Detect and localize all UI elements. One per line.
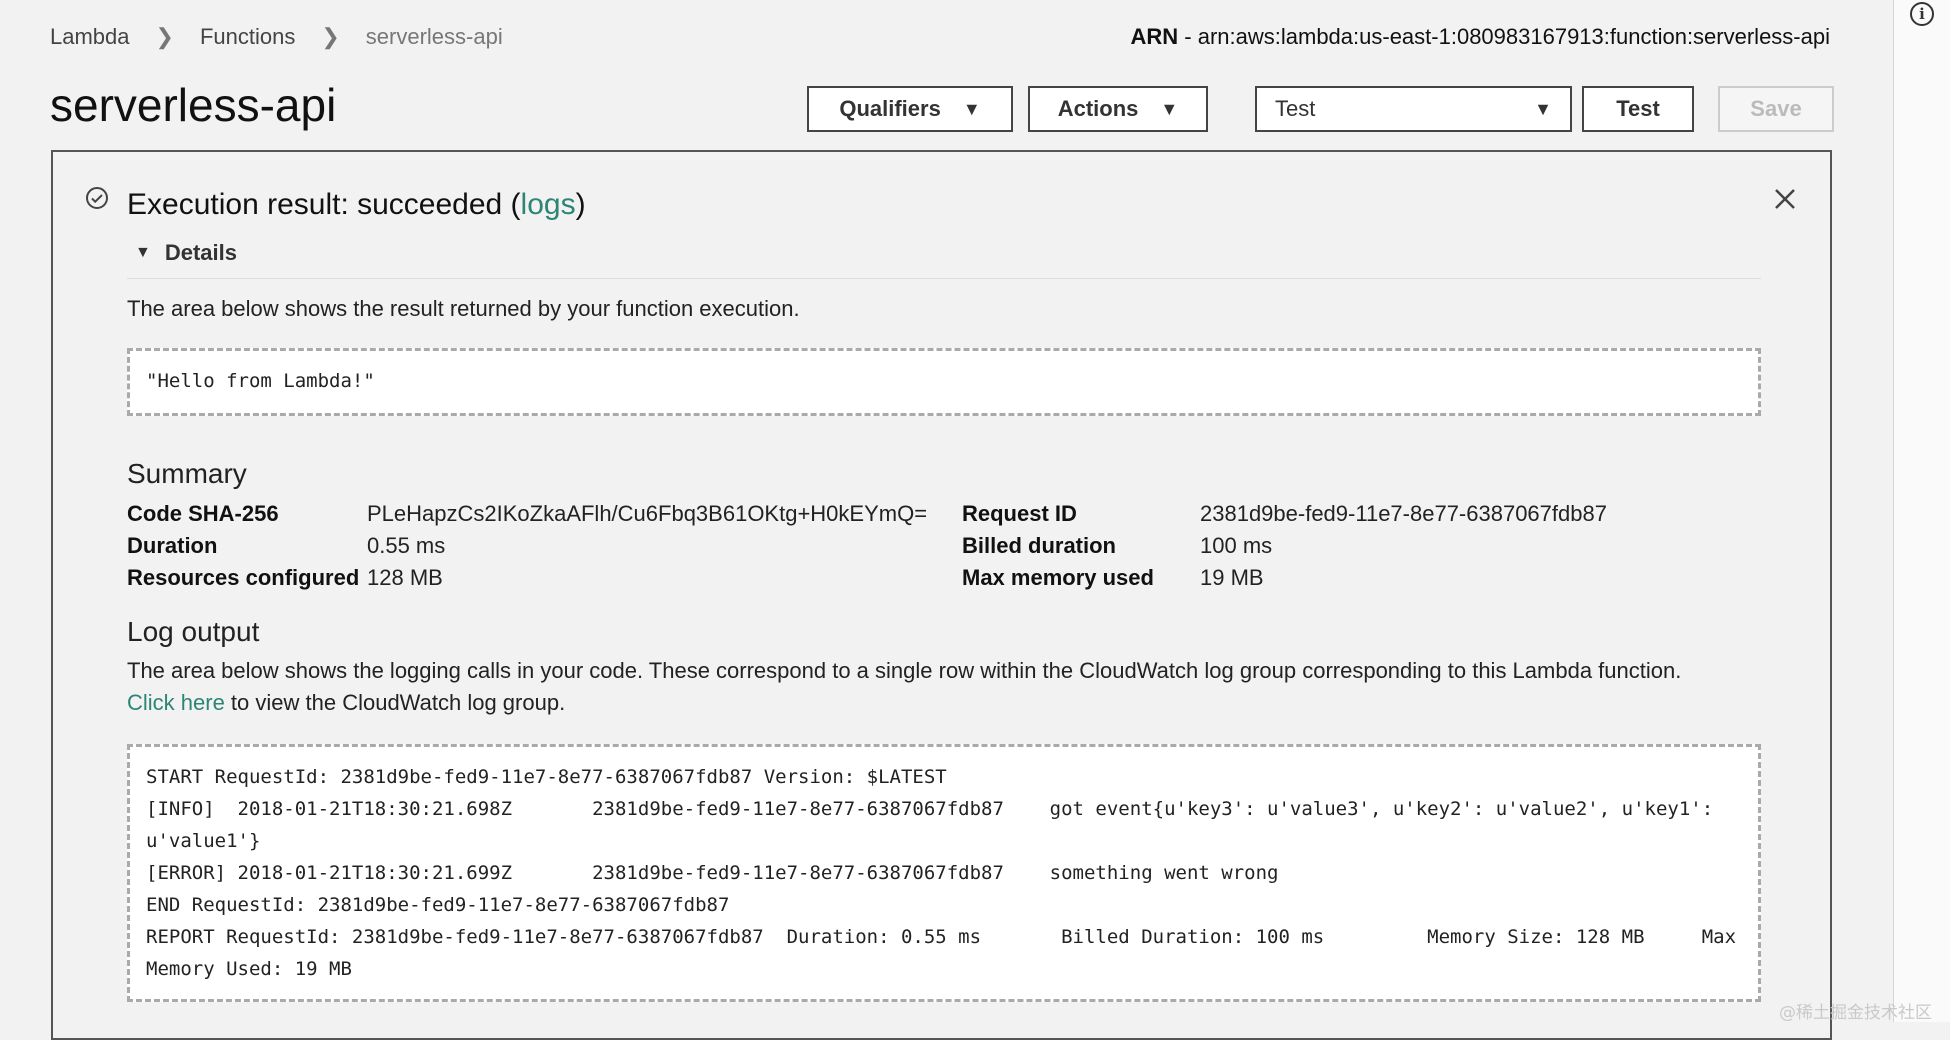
close-icon[interactable]: [1770, 184, 1800, 214]
summary-value-code-sha: PLeHapzCs2IKoZkaAFlh/Cu6Fbq3B61OKtg+H0kE…: [367, 501, 928, 526]
log-line: START RequestId: 2381d9be-fed9-11e7-8e77…: [146, 766, 947, 788]
log-line: END RequestId: 2381d9be-fed9-11e7-8e77-6…: [146, 894, 730, 916]
right-rail: [1893, 0, 1950, 1022]
log-line: REPORT RequestId: 2381d9be-fed9-11e7-8e7…: [146, 926, 1737, 948]
summary-heading: Summary: [127, 458, 247, 489]
execution-result-title: Execution result: succeeded (logs): [127, 188, 586, 222]
details-label: Details: [164, 240, 237, 265]
log-output-link-line: Click here to view the CloudWatch log gr…: [127, 690, 565, 716]
summary-value-request-id: 2381d9be-fed9-11e7-8e77-6387067fdb87: [1200, 501, 1607, 526]
summary-label-code-sha: Code SHA-256: [127, 501, 279, 526]
breadcrumb: Lambda ❯ Functions ❯ serverless-api: [50, 24, 503, 50]
log-output-box[interactable]: START RequestId: 2381d9be-fed9-11e7-8e77…: [127, 744, 1761, 1002]
test-event-select[interactable]: Test ▼: [1255, 86, 1572, 132]
result-output[interactable]: "Hello from Lambda!": [127, 348, 1761, 416]
breadcrumb-lambda[interactable]: Lambda: [50, 24, 130, 50]
actions-label: Actions: [1057, 96, 1139, 121]
save-button[interactable]: Save: [1718, 86, 1834, 132]
qualifiers-label: Qualifiers: [839, 96, 941, 121]
log-line: Memory Used: 19 MB: [146, 958, 352, 980]
summary-value-max-memory: 19 MB: [1200, 565, 1264, 590]
arn-display: ARN - arn:aws:lambda:us-east-1:080983167…: [1131, 24, 1831, 50]
result-description: The area below shows the result returned…: [127, 296, 800, 321]
log-line: u'value1'}: [146, 830, 261, 852]
execution-result-suffix: ): [575, 188, 586, 221]
summary-label-duration: Duration: [127, 533, 218, 558]
log-output-description: The area below shows the logging calls i…: [127, 658, 1682, 683]
summary-value-duration: 0.55 ms: [367, 533, 446, 558]
actions-button[interactable]: Actions ▼: [1028, 86, 1208, 132]
log-line: [INFO] 2018-01-21T18:30:21.698Z 2381d9be…: [146, 798, 1714, 820]
qualifiers-button[interactable]: Qualifiers ▼: [807, 86, 1013, 132]
summary-value-resources: 128 MB: [367, 565, 443, 590]
chevron-right-icon: ❯: [155, 24, 174, 49]
chevron-right-icon: ❯: [321, 24, 340, 49]
click-here-link[interactable]: Click here: [127, 690, 225, 715]
arn-label: ARN: [1130, 24, 1179, 49]
arn-value: - arn:aws:lambda:us-east-1:080983167913:…: [1178, 24, 1830, 49]
summary-value-billed-duration: 100 ms: [1200, 533, 1273, 558]
details-toggle[interactable]: ▼ Details: [135, 240, 237, 266]
info-icon[interactable]: i: [1910, 2, 1934, 26]
caret-down-icon: ▼: [135, 244, 151, 261]
summary-label-billed-duration: Billed duration: [962, 533, 1116, 558]
caret-down-icon: ▼: [1160, 98, 1179, 119]
caret-down-icon: ▼: [962, 98, 981, 119]
log-output-heading: Log output: [127, 616, 260, 647]
divider: [127, 278, 1761, 279]
execution-result-prefix: Execution result: succeeded (: [127, 188, 521, 221]
breadcrumb-current: serverless-api: [365, 24, 503, 49]
summary-label-resources: Resources configured: [127, 565, 360, 590]
breadcrumb-functions[interactable]: Functions: [200, 24, 295, 50]
click-here-suffix: to view the CloudWatch log group.: [224, 690, 566, 715]
page-title: serverless-api: [50, 79, 337, 131]
test-event-selected: Test: [1275, 96, 1316, 121]
summary-label-request-id: Request ID: [962, 501, 1077, 526]
logs-link[interactable]: logs: [521, 188, 576, 221]
execution-result-panel: Execution result: succeeded (logs) ▼ Det…: [51, 150, 1832, 1040]
test-button[interactable]: Test: [1582, 86, 1694, 132]
watermark: @稀土掘金技术社区: [1779, 1003, 1932, 1023]
caret-down-icon: ▼: [1534, 98, 1552, 119]
summary-label-max-memory: Max memory used: [962, 565, 1154, 590]
check-circle-icon: [86, 187, 108, 209]
log-line: [ERROR] 2018-01-21T18:30:21.699Z 2381d9b…: [146, 862, 1279, 884]
